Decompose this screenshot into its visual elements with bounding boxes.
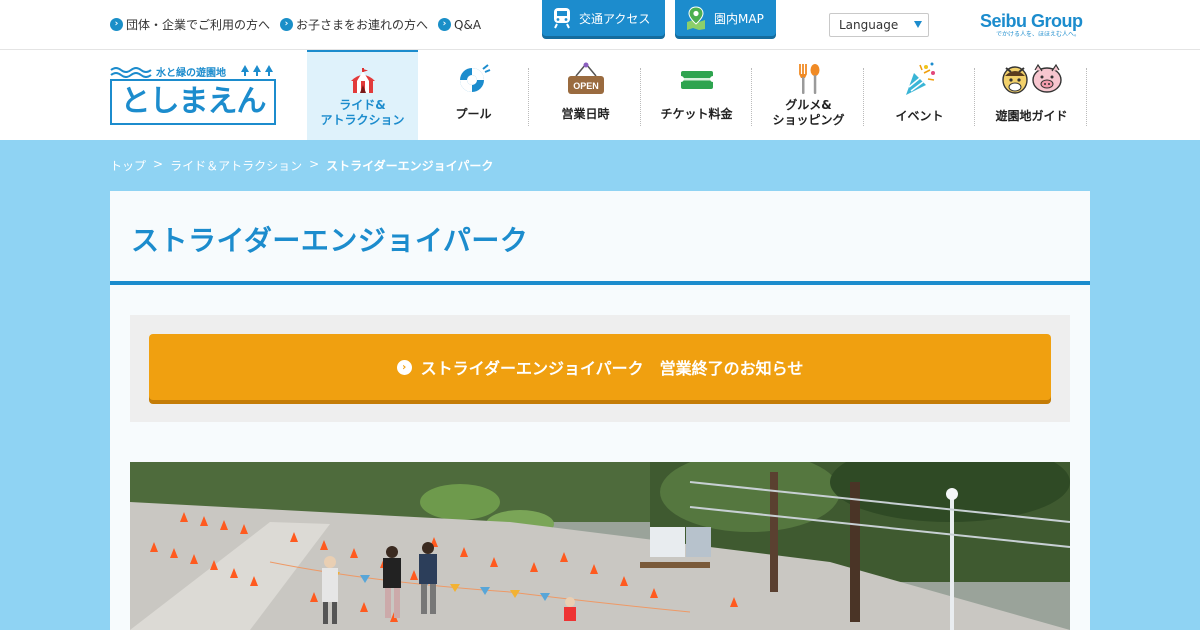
link-with-children[interactable]: › お子さまをお連れの方へ: [280, 16, 428, 33]
logo-tagline: 水と緑の遊園地: [156, 68, 226, 79]
party-popper-icon: [864, 62, 975, 96]
breadcrumb-current: ストライダーエンジョイパーク: [326, 159, 494, 173]
nav-gourmet-shopping[interactable]: グルメ& ショッピング: [753, 50, 864, 140]
notice-box: › ストライダーエンジョイパーク 営業終了のお知らせ: [130, 315, 1070, 422]
page-title: ストライダーエンジョイパーク: [131, 224, 529, 257]
nav-events[interactable]: イベント: [864, 50, 975, 140]
nav-rides-attractions[interactable]: ライド& アトラクション: [307, 50, 418, 140]
nav-label: イベント: [895, 109, 944, 123]
link-group-corporate[interactable]: › 団体・企業でご利用の方へ: [110, 16, 270, 33]
breadcrumb: トップ > ライド＆アトラクション > ストライダーエンジョイパーク: [110, 157, 493, 174]
wave-icon: [110, 67, 152, 78]
park-photo: [130, 462, 1070, 630]
nav-ticket-prices[interactable]: チケット料金: [641, 50, 752, 140]
nav-label: 営業日時: [561, 107, 610, 121]
breadcrumb-rides[interactable]: ライド＆アトラクション: [170, 157, 302, 174]
nav-label: ライド& アトラクション: [320, 98, 405, 127]
link-label: 団体・企業でご利用の方へ: [126, 18, 271, 32]
nav-park-guide[interactable]: 遊園地ガイド: [976, 50, 1087, 140]
nav-label: グルメ& ショッピング: [772, 98, 845, 127]
language-select[interactable]: Language: [829, 13, 929, 37]
park-map-button[interactable]: 園内MAP: [675, 0, 776, 36]
chevron-right-icon: ›: [396, 359, 412, 375]
train-icon: [554, 8, 570, 29]
access-button[interactable]: 交通アクセス: [542, 0, 665, 36]
open-sign-text: OPEN: [573, 81, 599, 91]
breadcrumb-separator: >: [153, 157, 164, 171]
chevron-right-icon: ›: [438, 18, 452, 31]
swim-ring-icon: [418, 62, 529, 96]
map-label: 園内MAP: [714, 11, 764, 26]
nav-label: チケット料金: [660, 107, 733, 121]
utility-bar: › 団体・企業でご利用の方へ › お子さまをお連れの方へ › Q&A 交通アクセ…: [0, 0, 1200, 50]
language-label: Language: [839, 18, 899, 32]
link-label: Q&A: [454, 17, 482, 32]
nav-label: 遊園地ガイド: [995, 109, 1068, 123]
nav-pool[interactable]: プール: [418, 50, 529, 140]
link-qa[interactable]: › Q&A: [438, 16, 481, 33]
tree-icons: [241, 65, 273, 76]
seibu-group-logo[interactable]: Seibu Group でかける人を、ほほえむ人へ。: [980, 11, 1092, 41]
content-panel: ストライダーエンジョイパーク › ストライダーエンジョイパーク 営業終了のお知ら…: [110, 191, 1090, 630]
logo-name: としまえん: [120, 84, 267, 119]
title-bar: ストライダーエンジョイパーク: [110, 191, 1090, 285]
access-label: 交通アクセス: [579, 11, 651, 26]
chevron-right-icon: ›: [280, 18, 294, 31]
nav-opening-hours[interactable]: OPEN 営業日時: [530, 50, 641, 140]
circus-tent-icon: [307, 64, 418, 98]
notice-label: ストライダーエンジョイパーク 営業終了のお知らせ: [420, 359, 804, 378]
link-label: お子さまをお連れの方へ: [296, 18, 429, 32]
site-logo[interactable]: 水と緑の遊園地 としまえん: [110, 64, 276, 126]
fork-spoon-icon: [753, 62, 864, 96]
seibu-group-tagline: でかける人を、ほほえむ人へ。: [996, 31, 1081, 38]
closure-notice-button[interactable]: › ストライダーエンジョイパーク 営業終了のお知らせ: [149, 334, 1051, 400]
main-nav: 水と緑の遊園地 としまえん ライド& アトラクション プール OPEN 営業日時…: [0, 50, 1200, 140]
nav-label: プール: [455, 107, 492, 121]
animal-characters-icon: [976, 62, 1087, 96]
ticket-icon: [641, 62, 752, 96]
caret-down-icon: [914, 21, 922, 28]
chevron-right-icon: ›: [110, 18, 123, 31]
logo-frame: としまえん: [110, 79, 276, 125]
breadcrumb-top[interactable]: トップ: [110, 157, 146, 174]
breadcrumb-separator: >: [309, 157, 320, 171]
map-pin-icon: [687, 6, 705, 30]
utility-links: › 団体・企業でご利用の方へ › お子さまをお連れの方へ › Q&A: [110, 16, 481, 33]
open-sign-icon: OPEN: [530, 62, 641, 96]
park-photo-image: [130, 462, 1070, 630]
seibu-group-wordmark: Seibu Group: [980, 11, 1083, 31]
